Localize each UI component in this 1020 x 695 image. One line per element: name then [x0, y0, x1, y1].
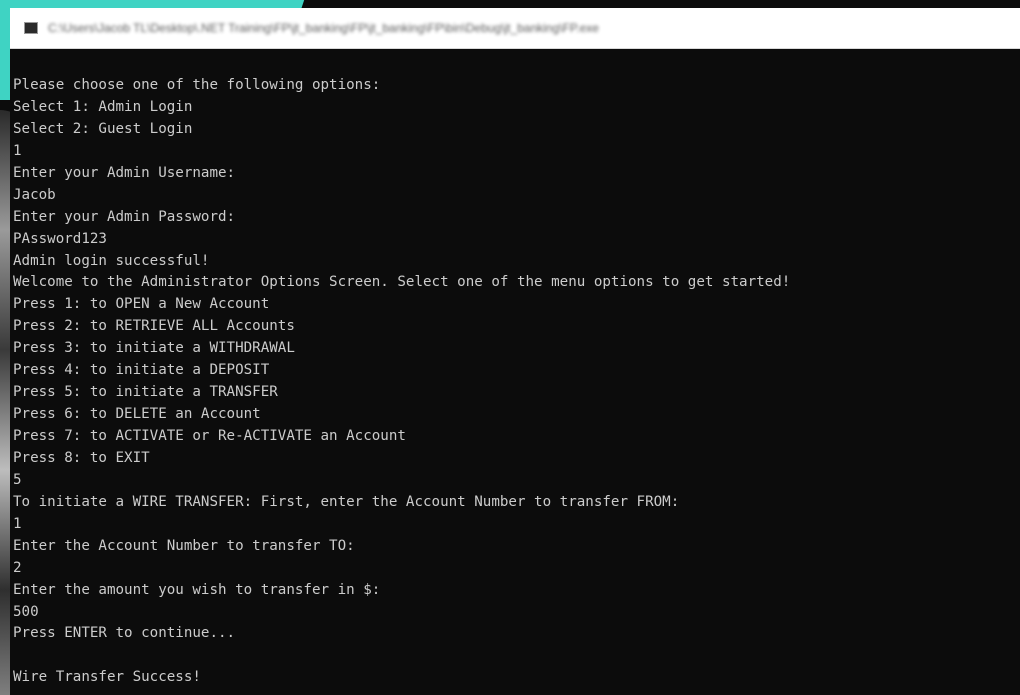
console-line: Enter the amount you wish to transfer in…	[13, 581, 381, 598]
console-window[interactable]: C:\Users\Jacob TL\Desktop\.NET Training\…	[10, 8, 1020, 695]
console-line: Press 6: to DELETE an Account	[13, 406, 261, 423]
console-line: Press 7: to ACTIVATE or Re-ACTIVATE an A…	[13, 428, 406, 444]
console-line: Enter your Admin Password:	[13, 208, 236, 225]
console-line: Wire Transfer Success!	[13, 669, 201, 686]
console-line: Press 5: to initiate a TRANSFER	[13, 384, 278, 401]
console-output[interactable]: Please choose one of the following optio…	[13, 75, 1020, 695]
console-line: Press 3: to initiate a WITHDRAWAL	[13, 340, 295, 357]
console-line: Select 1: Admin Login	[13, 98, 193, 115]
window-titlebar[interactable]: C:\Users\Jacob TL\Desktop\.NET Training\…	[10, 8, 1020, 49]
console-line: 1	[13, 515, 22, 532]
console-line: Press ENTER to continue...	[13, 625, 236, 642]
console-line: Please choose one of the following optio…	[13, 77, 381, 93]
console-line: Press 2: to RETRIEVE ALL Accounts	[13, 318, 295, 335]
console-line: Select 2: Guest Login	[13, 120, 193, 137]
console-line: Enter your Admin Username:	[13, 164, 236, 181]
console-line: To initiate a WIRE TRANSFER: First, ente…	[13, 493, 680, 510]
console-line: Enter the Account Number to transfer TO:	[13, 537, 355, 554]
console-line: Jacob	[13, 186, 56, 203]
console-line: Press 1: to OPEN a New Account	[13, 296, 270, 313]
window-title: C:\Users\Jacob TL\Desktop\.NET Training\…	[48, 21, 599, 35]
console-line: Admin login successful!	[13, 252, 210, 269]
console-line: 1	[13, 142, 22, 159]
console-line: PAssword123	[13, 230, 107, 247]
console-line: 5	[13, 471, 22, 488]
console-line: Press 4: to initiate a DEPOSIT	[13, 362, 270, 379]
console-line: Press 8: to EXIT	[13, 449, 150, 466]
console-app-icon	[24, 22, 38, 34]
console-line: Welcome to the Administrator Options Scr…	[13, 274, 791, 291]
desktop: C:\Users\Jacob TL\Desktop\.NET Training\…	[0, 0, 1020, 695]
console-line: 2	[13, 559, 22, 576]
console-line: 500	[13, 603, 39, 620]
